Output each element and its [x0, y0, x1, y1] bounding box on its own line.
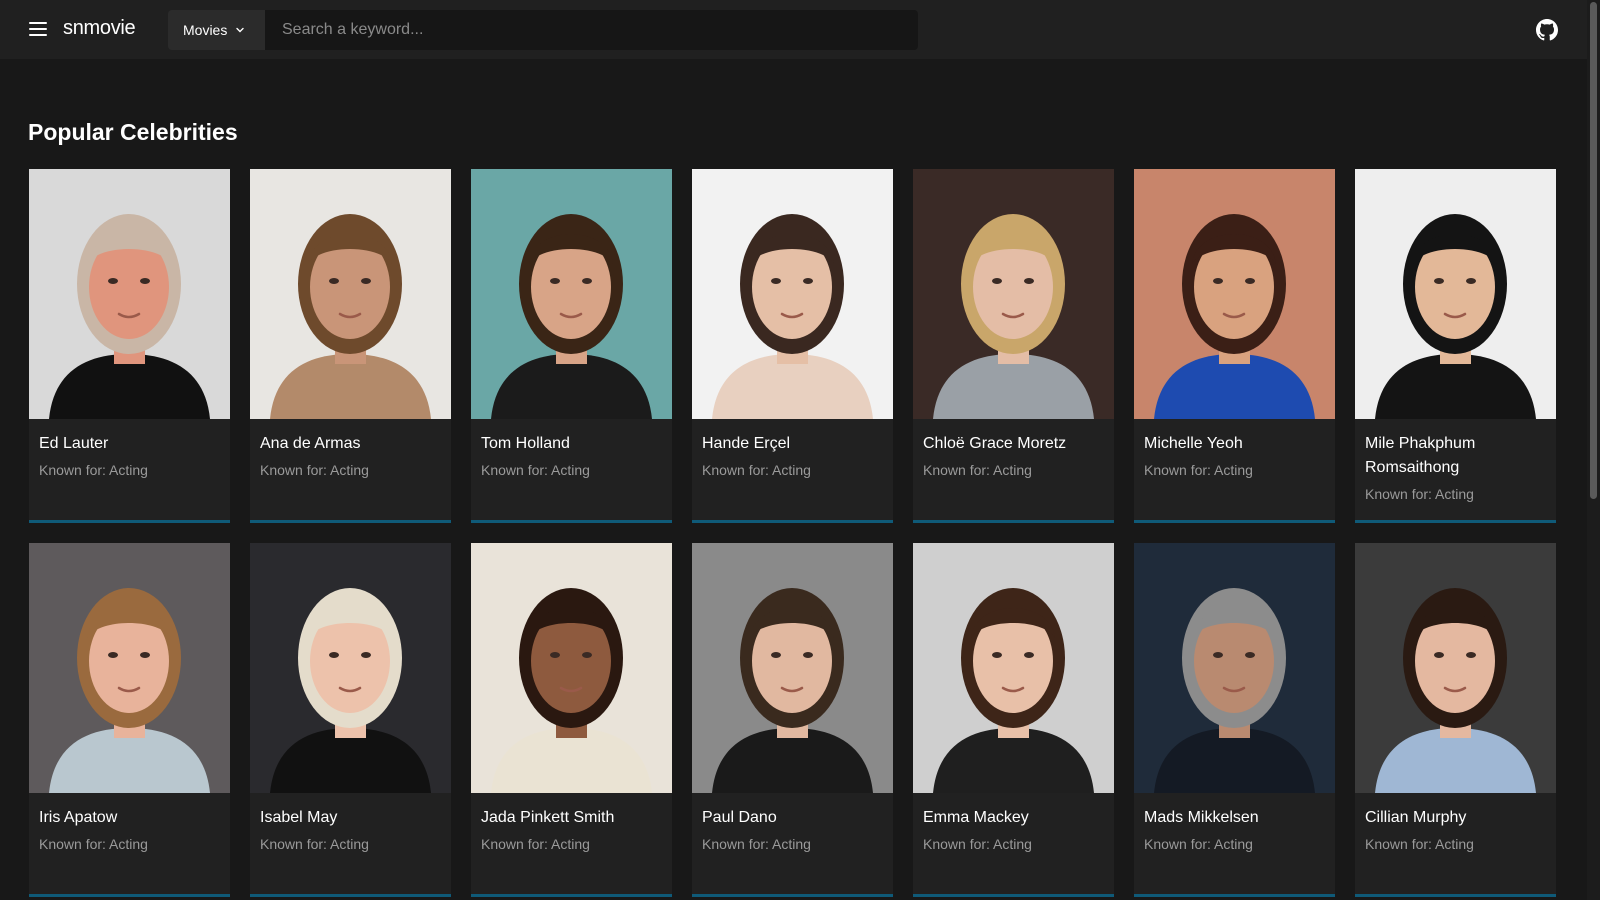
celebrity-name[interactable]: Ed Lauter [29, 419, 230, 456]
celebrity-known-for: Known for: Acting [1365, 836, 1474, 852]
celebrity-known-for: Known for: Acting [1144, 836, 1253, 852]
celebrity-card[interactable]: Cillian Murphy Known for: Acting [1355, 543, 1556, 897]
celebrity-card[interactable]: Chloë Grace Moretz Known for: Acting [913, 169, 1114, 523]
celebrity-name[interactable]: Isabel May [250, 793, 451, 830]
celebrity-card[interactable]: Michelle Yeoh Known for: Acting [1134, 169, 1335, 523]
celebrity-name[interactable]: Ana de Armas [250, 419, 451, 456]
celebrity-photo [913, 169, 1114, 419]
celebrity-grid: Ed Lauter Known for: Acting Ana de Armas Kn… [29, 169, 1558, 897]
celebrity-card[interactable]: Iris Apatow Known for: Acting [29, 543, 230, 897]
celebrity-photo [29, 543, 230, 793]
celebrity-known-for: Known for: Acting [481, 462, 590, 478]
celebrity-known-for: Known for: Acting [260, 462, 369, 478]
celebrity-photo [913, 543, 1114, 793]
celebrity-photo [471, 169, 672, 419]
celebrity-name[interactable]: Hande Erçel [692, 419, 893, 456]
celebrity-photo [471, 543, 672, 793]
github-icon[interactable] [1536, 19, 1558, 41]
celebrity-photo [692, 169, 893, 419]
search-input[interactable] [265, 10, 918, 50]
celebrity-known-for: Known for: Acting [39, 462, 148, 478]
celebrity-name[interactable]: Mile Phakphum Romsaithong [1355, 419, 1556, 480]
celebrity-name[interactable]: Emma Mackey [913, 793, 1114, 830]
celebrity-photo [250, 169, 451, 419]
celebrity-card[interactable]: Mads Mikkelsen Known for: Acting [1134, 543, 1335, 897]
celebrity-photo [1355, 169, 1556, 419]
celebrity-photo [692, 543, 893, 793]
celebrity-name[interactable]: Mads Mikkelsen [1134, 793, 1335, 830]
celebrity-name[interactable]: Paul Dano [692, 793, 893, 830]
chevron-down-icon [236, 27, 245, 33]
celebrity-card[interactable]: Ana de Armas Known for: Acting [250, 169, 451, 523]
celebrity-known-for: Known for: Acting [923, 836, 1032, 852]
celebrity-card[interactable]: Emma Mackey Known for: Acting [913, 543, 1114, 897]
scrollbar[interactable] [1587, 0, 1600, 900]
celebrity-known-for: Known for: Acting [481, 836, 590, 852]
celebrity-card[interactable]: Isabel May Known for: Acting [250, 543, 451, 897]
celebrity-card[interactable]: Paul Dano Known for: Acting [692, 543, 893, 897]
celebrity-known-for: Known for: Acting [1365, 486, 1474, 502]
celebrity-card[interactable]: Hande Erçel Known for: Acting [692, 169, 893, 523]
celebrity-card[interactable]: Tom Holland Known for: Acting [471, 169, 672, 523]
celebrity-name[interactable]: Iris Apatow [29, 793, 230, 830]
app-logo[interactable]: snmovie [63, 17, 136, 40]
top-navbar: snmovie Movies [0, 0, 1587, 59]
celebrity-photo [29, 169, 230, 419]
hamburger-menu-icon[interactable] [29, 22, 47, 36]
category-dropdown-label: Movies [183, 22, 228, 38]
scrollbar-thumb[interactable] [1590, 2, 1597, 499]
celebrity-name[interactable]: Chloë Grace Moretz [913, 419, 1114, 456]
celebrity-card[interactable]: Jada Pinkett Smith Known for: Acting [471, 543, 672, 897]
celebrity-card[interactable]: Ed Lauter Known for: Acting [29, 169, 230, 523]
celebrity-known-for: Known for: Acting [702, 836, 811, 852]
celebrity-photo [1355, 543, 1556, 793]
celebrity-name[interactable]: Cillian Murphy [1355, 793, 1556, 830]
celebrity-name[interactable]: Jada Pinkett Smith [471, 793, 672, 830]
celebrity-photo [1134, 169, 1335, 419]
celebrity-known-for: Known for: Acting [923, 462, 1032, 478]
celebrity-known-for: Known for: Acting [702, 462, 811, 478]
section-title: Popular Celebrities [28, 119, 238, 145]
celebrity-known-for: Known for: Acting [260, 836, 369, 852]
category-dropdown[interactable]: Movies [168, 10, 265, 50]
celebrity-name[interactable]: Tom Holland [471, 419, 672, 456]
celebrity-known-for: Known for: Acting [1144, 462, 1253, 478]
celebrity-card[interactable]: Mile Phakphum Romsaithong Known for: Acti… [1355, 169, 1556, 523]
celebrity-known-for: Known for: Acting [39, 836, 148, 852]
celebrity-photo [250, 543, 451, 793]
celebrity-photo [1134, 543, 1335, 793]
celebrity-name[interactable]: Michelle Yeoh [1134, 419, 1335, 456]
